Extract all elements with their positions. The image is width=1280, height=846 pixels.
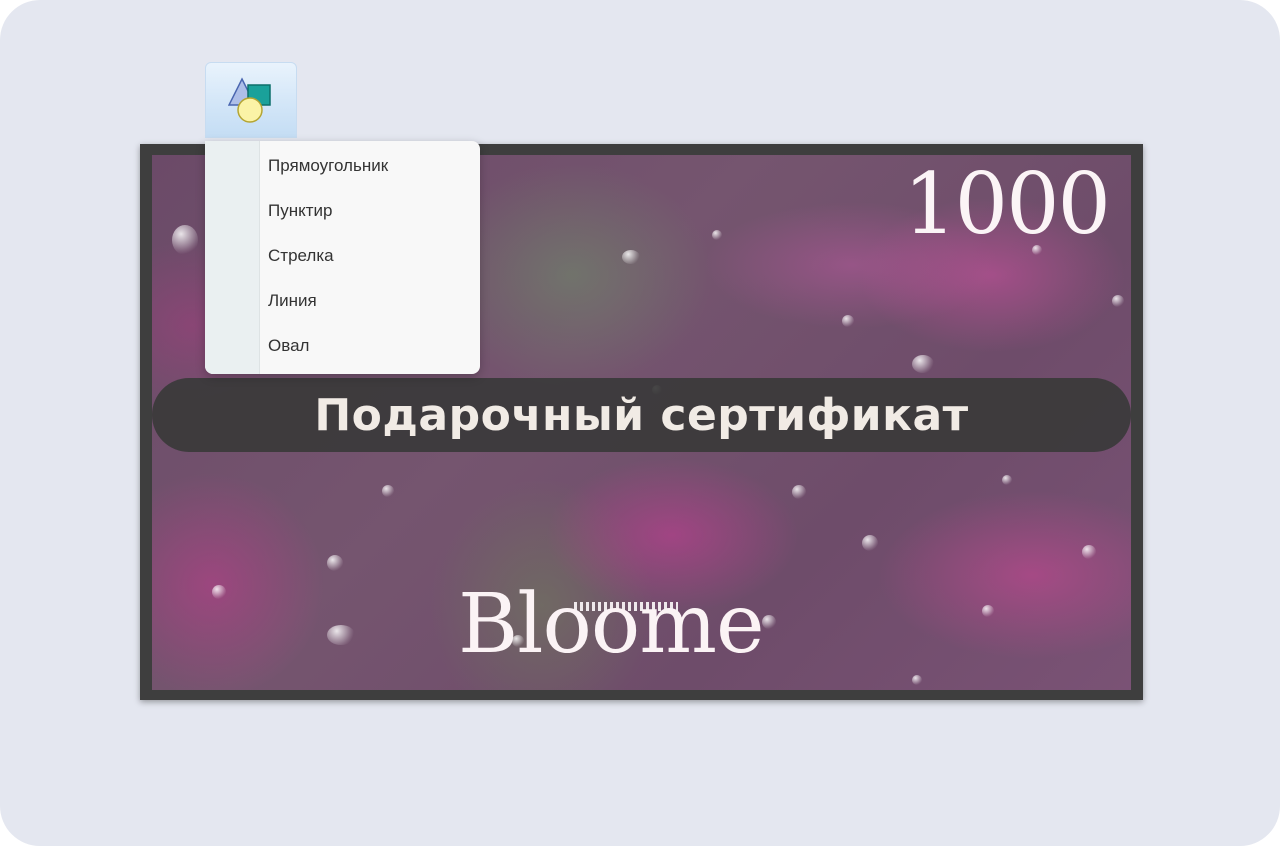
menu-item-oval[interactable]: Овал bbox=[205, 324, 480, 368]
certificate-amount: 1000 bbox=[903, 155, 1111, 253]
shapes-icon bbox=[228, 77, 271, 123]
menu-item-arrow[interactable]: Стрелка bbox=[205, 234, 480, 278]
certificate-title: Подарочный сертификат bbox=[314, 389, 969, 441]
menu-item-rectangle[interactable]: Прямоугольник bbox=[205, 144, 480, 188]
brand-logo-text: Bloome bbox=[458, 577, 765, 672]
shapes-tool-button[interactable] bbox=[205, 62, 297, 138]
menu-item-dashed[interactable]: Пунктир bbox=[205, 189, 480, 233]
certificate-title-banner: Подарочный сертификат bbox=[152, 378, 1131, 452]
shapes-dropdown-menu: Прямоугольник Пунктир Стрелка Линия Овал bbox=[205, 141, 480, 374]
menu-item-line[interactable]: Линия bbox=[205, 279, 480, 323]
